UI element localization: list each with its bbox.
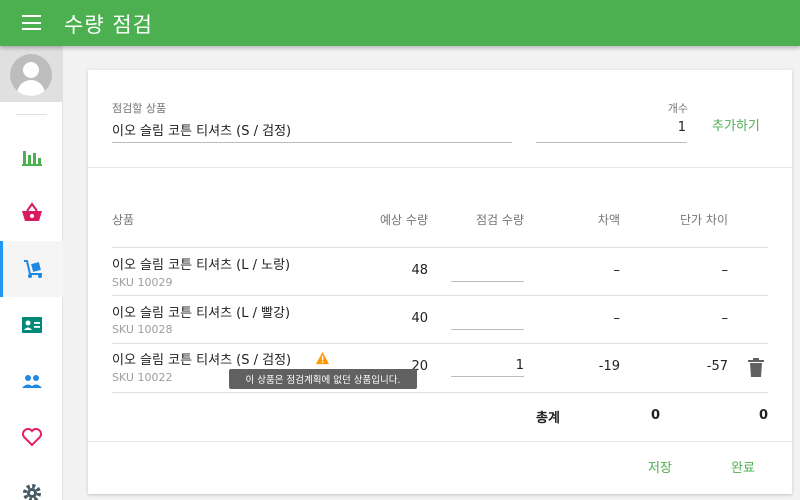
row-3-price-diff: -57 [706,359,728,374]
sidebar-item-favorites[interactable] [0,409,63,465]
count-field[interactable]: 1 [536,120,686,135]
header-expected: 예상 수량 [380,213,428,227]
bar-chart-icon [21,151,42,166]
row-divider [112,295,768,296]
header-price-diff: 단가 차이 [680,213,728,227]
header-checked: 점검 수량 [476,213,524,227]
total-diff: 0 [650,408,660,423]
sidebar-item-orders[interactable] [0,185,63,241]
basket-icon [21,202,42,221]
row-3-sku: SKU 10022 [112,371,173,384]
app-bar: 수량 점검 [0,0,800,46]
row-3-checked-input[interactable] [451,355,524,377]
row-3-diff: -19 [598,359,620,374]
sidebar-item-customers[interactable] [0,297,63,353]
sidebar [0,46,63,500]
total-price-diff: 0 [758,408,768,423]
add-button[interactable]: 추가하기 [712,115,760,134]
menu-icon[interactable] [22,15,41,30]
header-diff: 차액 [597,213,620,227]
row-1-name: 이오 슬림 코튼 티셔츠 (L / 노랑) [112,258,291,273]
contact-card-icon [21,317,42,333]
people-icon [21,375,42,388]
row-1-checked-input[interactable] [451,260,524,282]
sidebar-item-settings[interactable] [0,465,63,500]
page-title: 수량 점검 [64,13,153,37]
row-1-diff: – [613,263,621,278]
row-2-diff: – [613,311,621,326]
save-button[interactable]: 저장 [648,457,672,476]
gear-icon [22,484,41,500]
row-1-price-diff: – [721,263,729,278]
row-2-sku: SKU 10028 [112,323,173,336]
count-field-label: 개수 [667,102,688,115]
row-2-price-diff: – [721,311,729,326]
row-2-checked-input[interactable] [451,308,524,330]
warning-icon[interactable] [315,351,330,365]
product-field-label: 점검할 상품 [112,102,167,115]
row-divider [112,343,768,344]
row-2-name: 이오 슬림 코튼 티셔츠 (L / 빨강) [112,306,291,321]
sidebar-divider [16,114,47,115]
product-field-underline [112,142,512,143]
dolly-icon [24,260,42,278]
product-field[interactable]: 이오 슬림 코튼 티셔츠 (S / 검정) [112,120,291,139]
sidebar-item-inventory[interactable] [0,241,63,297]
heart-icon [21,428,42,447]
count-field-underline [536,142,687,143]
form-divider [88,167,792,168]
sidebar-item-staff[interactable] [0,353,63,409]
row-divider [112,392,768,393]
complete-button[interactable]: 완료 [731,457,755,476]
row-1-sku: SKU 10029 [112,276,173,289]
row-3-name: 이오 슬림 코튼 티셔츠 (S / 검정) [112,353,292,368]
warning-tooltip: 이 상품은 점검계획에 없던 상품입니다. [229,369,417,389]
trash-icon[interactable] [747,358,765,378]
total-label: 총계 [536,411,560,426]
inspection-card: 점검할 상품 이오 슬림 코튼 티셔츠 (S / 검정) 개수 1 추가하기 상… [88,70,792,494]
row-divider [112,247,768,248]
row-2-expected: 40 [411,311,428,326]
row-1-expected: 48 [411,263,428,278]
footer-divider [88,441,792,442]
header-product: 상품 [112,213,135,227]
avatar[interactable] [0,46,63,102]
user-icon [10,54,52,96]
sidebar-item-reports[interactable] [0,129,63,185]
